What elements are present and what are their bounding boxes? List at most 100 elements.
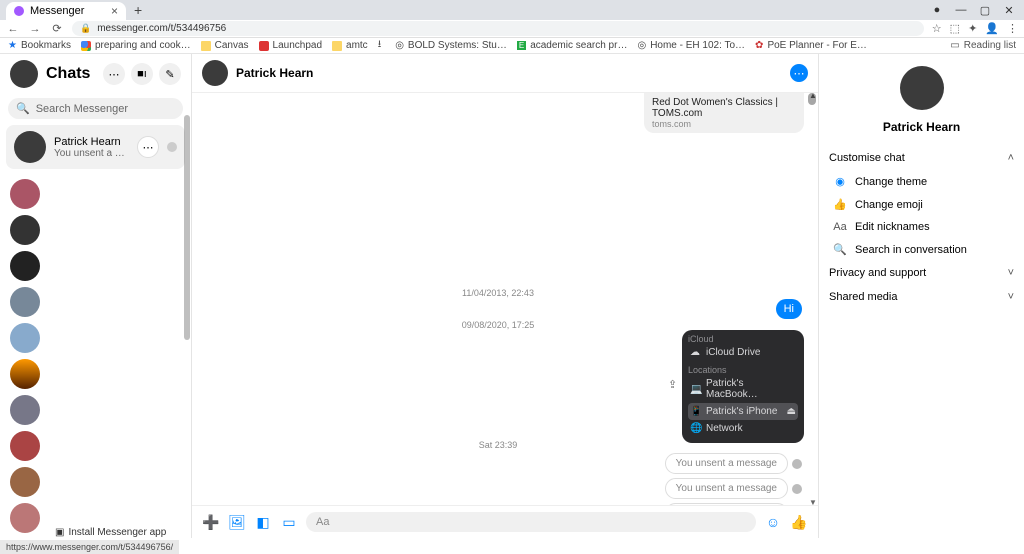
details-section-customise[interactable]: Customise chat˄ [829,146,1014,170]
bookmark-item[interactable]: amtc [332,40,368,51]
bookmark-item[interactable]: ◎BOLD Systems: Stu… [395,40,507,51]
bookmark-item[interactable]: ✿PoE Planner - For E… [755,40,867,51]
download-icon: ▣ [55,527,64,538]
browser-tab[interactable]: Messenger × [6,2,126,20]
message-input[interactable]: Aa [306,512,756,532]
bookmark-item[interactable]: Launchpad [259,40,323,51]
bookmark-item[interactable]: ★Bookmarks [8,40,71,51]
link-domain: toms.com [652,119,796,129]
share-location-row[interactable]: 📱Patrick's iPhone⏏ [688,403,798,420]
nav-reload-button[interactable]: ⟳ [50,22,64,35]
phone-icon: 📱 [690,406,700,417]
details-avatar[interactable] [900,66,944,110]
nav-forward-button[interactable]: → [28,23,42,35]
bookmark-item[interactable]: Eacademic search pr… [517,40,628,51]
like-button[interactable]: 👍 [790,513,808,531]
conversation-item[interactable]: Patrick Hearn You unsent a message · 3 d… [6,125,185,169]
bookmark-item[interactable]: preparing and cook… [81,40,191,51]
section-label: iCloud [688,334,798,344]
text-icon: Aa [833,221,847,233]
conversation-item[interactable] [10,359,40,389]
conversation-item[interactable] [10,323,40,353]
seen-indicator [792,484,802,494]
bookmark-item[interactable]: ◎Home - EH 102: To… [637,40,745,51]
conversation-item[interactable] [10,287,40,317]
conversation-preview: You unsent a message · 3 d [54,148,129,159]
search-input[interactable]: 🔍 Search Messenger [8,98,183,119]
new-video-button[interactable]: ■ı [131,63,153,85]
star-icon[interactable]: ☆ [932,22,942,35]
window-close[interactable]: ✕ [1002,4,1016,17]
close-icon[interactable]: × [111,4,118,18]
conversation-scrollbar[interactable]: ▲ ▼ [808,93,816,505]
window-minimize[interactable]: — [954,4,968,16]
change-theme-button[interactable]: ◉Change theme [829,170,1014,193]
conversation-item[interactable] [10,503,40,533]
search-icon: 🔍 [16,102,30,115]
profile-avatar-icon[interactable]: 👤 [985,22,999,35]
nav-back-button[interactable]: ← [6,23,20,35]
install-app-banner[interactable]: ▣ Install Messenger app [55,527,166,538]
link-preview-card[interactable]: Red Dot Women's Classics | TOMS.com toms… [644,93,804,133]
window-maximize[interactable]: ▢ [978,4,992,17]
chat-header-avatar[interactable] [202,60,228,86]
conversation-item[interactable] [10,251,40,281]
reading-list-button[interactable]: ▭ Reading list [950,40,1016,51]
details-section-privacy[interactable]: Privacy and support˅ [829,261,1014,285]
change-emoji-button[interactable]: 👍Change emoji [829,193,1014,216]
unsent-message: You unsent a message [665,503,788,505]
conversation-name: Patrick Hearn [54,136,129,148]
share-location-row[interactable]: ☁iCloud Drive [688,344,798,361]
eject-icon[interactable]: ⏏ [787,406,796,417]
search-conversation-button[interactable]: 🔍Search in conversation [829,238,1014,261]
bookmark-item[interactable]: Canvas [201,40,249,51]
browser-titlebar: Messenger × + ● — ▢ ✕ [0,0,1024,20]
share-location-row[interactable]: 🌐Network [688,420,798,437]
chat-info-button[interactable]: ⋯ [790,64,808,82]
new-tab-button[interactable]: + [126,0,150,20]
thumb-icon: 👍 [833,198,847,211]
conversation-item[interactable] [10,431,40,461]
conversation-item[interactable] [10,395,40,425]
extensions-icon[interactable]: ✦ [968,22,977,35]
laptop-icon: 💻 [690,384,700,395]
sidebar: Chats ⋯ ■ı ✎ 🔍 Search Messenger Patrick … [0,54,192,538]
chevron-down-icon: ˅ [1008,291,1014,303]
account-dot-icon[interactable]: ● [930,4,944,16]
seen-indicator [792,459,802,469]
conversation-item[interactable] [10,467,40,497]
tab-title: Messenger [30,5,84,17]
chats-title: Chats [46,65,90,83]
details-panel: Patrick Hearn Customise chat˄ ◉Change th… [819,54,1024,538]
conversation-item[interactable] [10,215,40,245]
open-more-button[interactable]: ➕ [202,513,220,531]
time-separator: 09/08/2020, 17:25 [192,320,804,330]
network-icon: 🌐 [690,423,700,434]
translate-icon[interactable]: ⬚ [950,22,960,35]
sticker-button[interactable]: ◧ [254,513,272,531]
details-section-media[interactable]: Shared media˅ [829,285,1014,309]
unsent-message: You unsent a message [665,478,788,499]
attachment-share-sheet[interactable]: ⇪ iCloud ☁iCloud Drive Locations 💻Patric… [682,330,804,443]
url-input[interactable]: 🔒 messenger.com/t/534496756 [72,21,924,36]
edit-nicknames-button[interactable]: AaEdit nicknames [829,216,1014,238]
url-text: messenger.com/t/534496756 [97,23,226,34]
chats-menu-button[interactable]: ⋯ [103,63,125,85]
conversation-options-button[interactable]: ⋯ [137,136,159,158]
lock-icon: 🔒 [80,23,91,34]
emoji-picker-button[interactable]: ☺ [764,513,782,531]
bookmark-item[interactable]: ⭳ [378,38,386,54]
share-location-row[interactable]: 💻Patrick's MacBook… [688,375,798,403]
conversation-item[interactable] [10,179,40,209]
sidebar-scrollbar[interactable] [184,109,190,538]
chrome-menu-icon[interactable]: ⋮ [1007,22,1018,35]
time-separator: Sat 23:39 [192,440,804,450]
seen-indicator [167,142,177,152]
my-avatar[interactable] [10,60,38,88]
new-message-button[interactable]: ✎ [159,63,181,85]
gif-button[interactable]: ▭ [280,513,298,531]
message-bubble[interactable]: Hi [776,299,802,319]
search-icon: 🔍 [833,243,847,256]
attach-photo-button[interactable]: 🖼 [228,513,246,531]
chat-header-title: Patrick Hearn [236,66,313,80]
